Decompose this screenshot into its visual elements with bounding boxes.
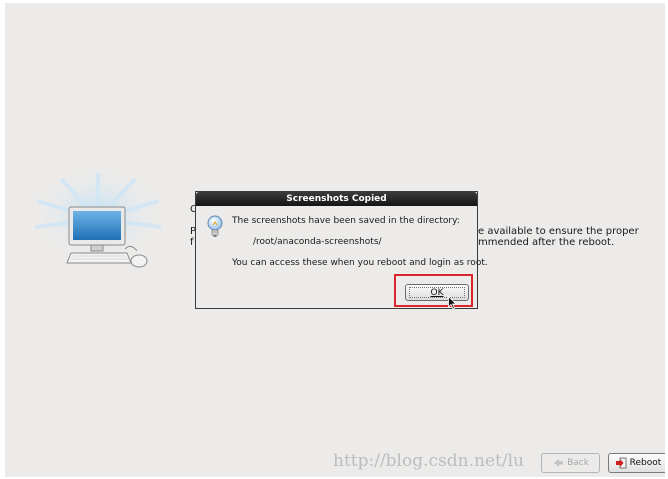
back-button-label: Back	[567, 458, 589, 468]
ok-button[interactable]: OK	[405, 284, 469, 301]
back-button[interactable]: Back	[541, 453, 600, 473]
dialog-title: Screenshots Copied	[196, 192, 477, 206]
background-text-line: e available to ensure the proper	[478, 226, 639, 237]
computer-icon	[32, 171, 164, 268]
dialog-message-2: You can access these when you reboot and…	[232, 258, 488, 268]
reboot-button[interactable]: Reboot	[608, 453, 665, 473]
background-text-line: mmended after the reboot.	[478, 237, 615, 248]
reboot-button-label: Reboot	[629, 458, 662, 468]
screenshot-path: /root/anaconda-screenshots/	[253, 237, 382, 247]
installer-screen: C P f e available to ensure the proper m…	[5, 3, 665, 477]
background-text-fragment: f	[190, 237, 194, 248]
lightbulb-icon	[207, 215, 223, 237]
mouse-cursor-icon	[448, 296, 457, 310]
screenshots-copied-dialog: Screenshots Copied The screenshots have …	[195, 191, 488, 310]
watermark: http://blog.csdn.net/lu	[333, 451, 524, 471]
reboot-icon	[615, 457, 627, 469]
back-arrow-icon	[554, 459, 564, 467]
dialog-message: The screenshots have been saved in the d…	[232, 216, 460, 226]
